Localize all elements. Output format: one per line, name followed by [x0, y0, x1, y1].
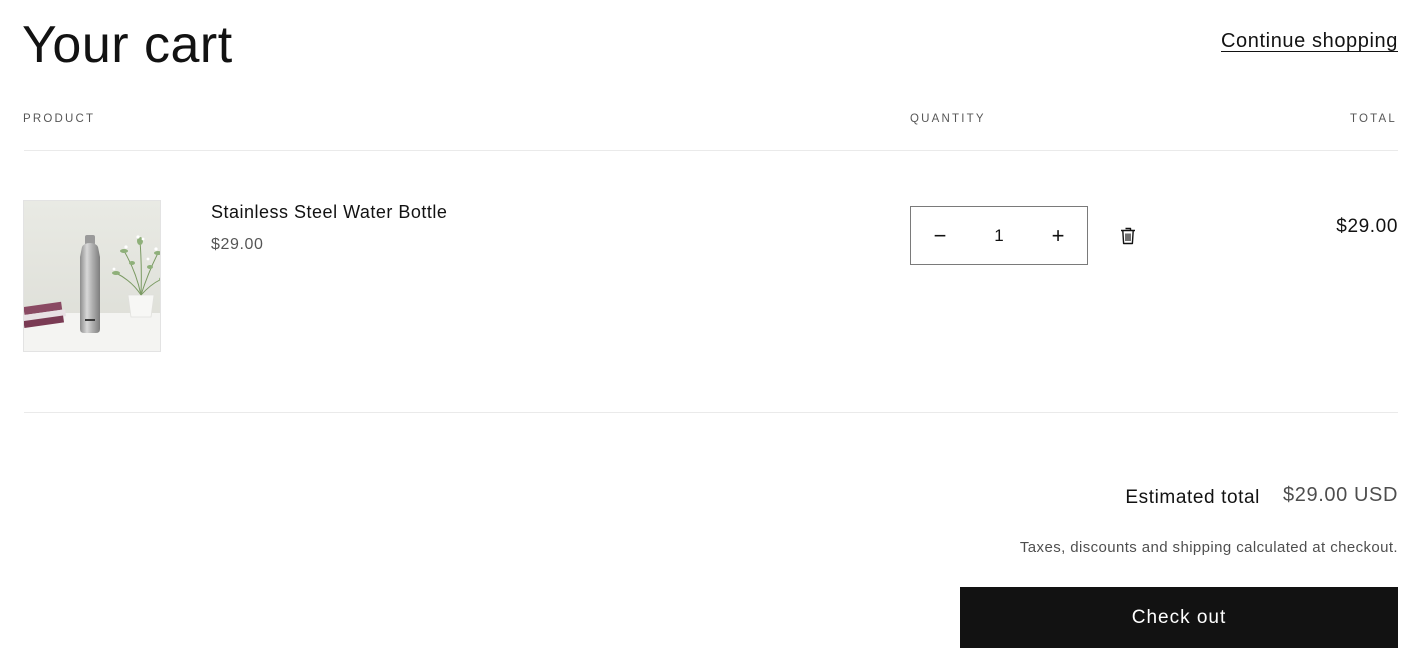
- tax-note: Taxes, discounts and shipping calculated…: [1019, 539, 1398, 556]
- estimated-total-value: $29.00 USD: [1283, 484, 1398, 506]
- table-divider-top: [24, 150, 1398, 151]
- plus-icon: +: [1051, 222, 1065, 248]
- cart-page: Your cart Continue shopping PRODUCT QUAN…: [0, 0, 1422, 668]
- checkout-button[interactable]: Check out: [960, 587, 1398, 648]
- column-header-quantity: QUANTITY: [910, 113, 986, 125]
- increase-quantity-button[interactable]: +: [1029, 207, 1087, 264]
- decrease-quantity-button[interactable]: −: [911, 207, 969, 264]
- estimated-total-label: Estimated total: [1125, 487, 1260, 508]
- continue-shopping-link[interactable]: Continue shopping: [1221, 30, 1398, 53]
- minus-icon: −: [933, 222, 947, 248]
- column-header-total: TOTAL: [1350, 113, 1397, 125]
- table-divider-bottom: [24, 412, 1398, 413]
- column-header-product: PRODUCT: [23, 113, 96, 125]
- trash-icon: [1121, 227, 1135, 245]
- line-item-total: $29.00: [1336, 216, 1398, 237]
- product-name[interactable]: Stainless Steel Water Bottle: [211, 202, 447, 223]
- quantity-stepper: − +: [910, 206, 1088, 265]
- product-price: $29.00: [211, 236, 264, 253]
- quantity-input[interactable]: [969, 224, 1029, 247]
- page-title: Your cart: [22, 16, 233, 74]
- remove-item-button[interactable]: [1116, 224, 1140, 248]
- product-image[interactable]: [23, 200, 161, 352]
